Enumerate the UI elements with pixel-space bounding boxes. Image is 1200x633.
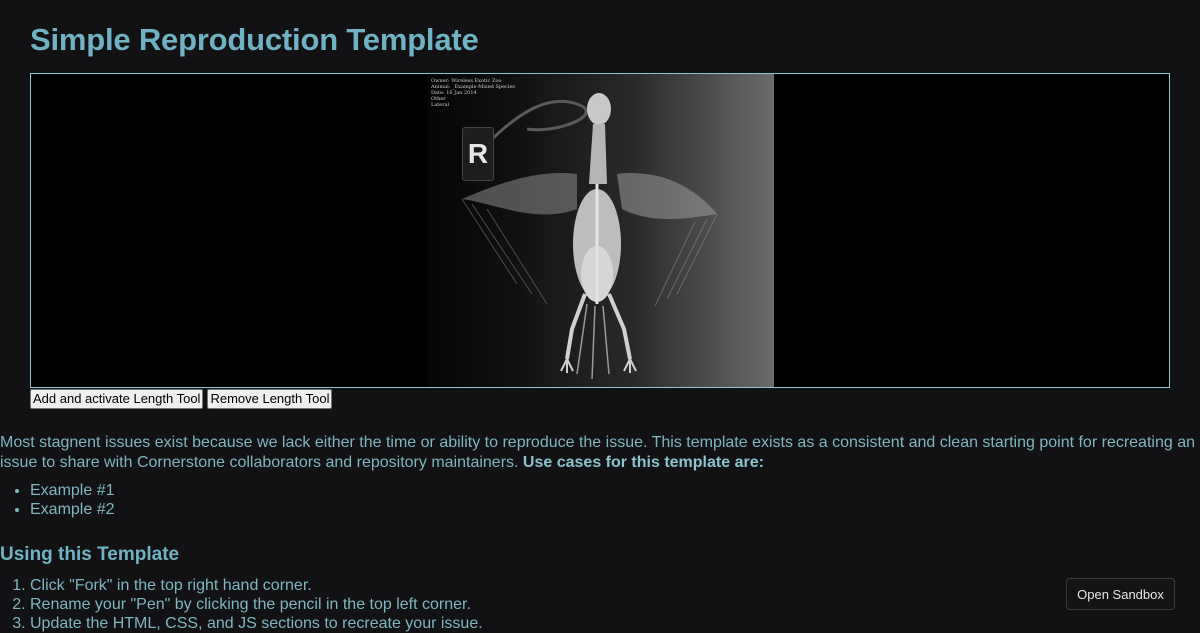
list-item: Click "Fork" in the top right hand corne… [30,576,483,595]
xray-image: Owner: Wireless Exotic Zoo Animal: _Exam… [427,74,774,387]
add-length-tool-button[interactable]: Add and activate Length Tool [30,389,204,409]
tool-button-row: Add and activate Length Tool Remove Leng… [30,389,333,409]
dicom-overlay-text: Owner: Wireless Exotic Zoo Animal: _Exam… [431,78,515,108]
list-item: Example #1 [30,481,115,500]
list-item: Update the HTML, CSS, and JS sections to… [30,614,483,633]
list-item: Example #2 [30,500,115,519]
image-viewport[interactable]: Owner: Wireless Exotic Zoo Animal: _Exam… [30,73,1170,388]
open-sandbox-button[interactable]: Open Sandbox [1066,578,1175,610]
steps-list: Click "Fork" in the top right hand corne… [0,576,483,633]
examples-list: Example #1 Example #2 [0,481,115,519]
list-item: Rename your "Pen" by clicking the pencil… [30,595,483,614]
bird-xray-graphic [461,93,718,380]
r-marker: R [462,127,494,181]
section-title-using: Using this Template [0,544,180,565]
intro-strong-text: Use cases for this template are: [522,454,764,471]
intro-paragraph: Most stagnent issues exist because we la… [0,433,1195,473]
overlay-line: Lateral [431,102,450,108]
remove-length-tool-button[interactable]: Remove Length Tool [207,389,333,409]
page-title: Simple Reproduction Template [30,22,479,57]
